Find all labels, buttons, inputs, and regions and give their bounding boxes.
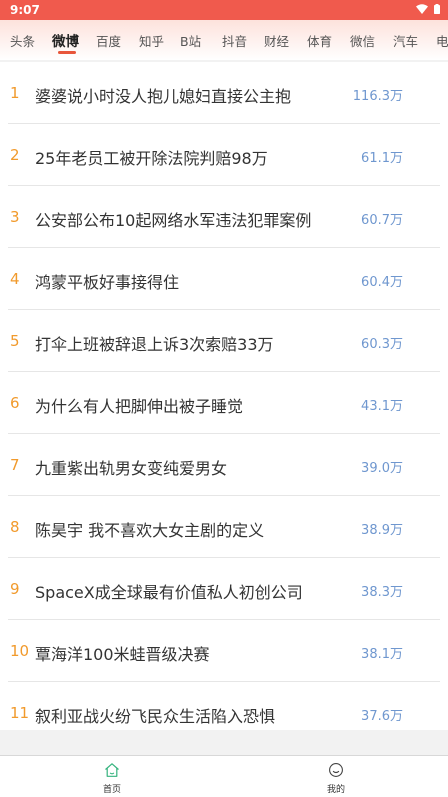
rank-number: 3 <box>10 208 20 226</box>
tab-toutiao[interactable]: 头条 <box>10 31 35 50</box>
list-item[interactable]: 10 覃海洋100米蛙晋级决赛 38.1万 <box>0 620 448 682</box>
rank-number: 4 <box>10 270 20 288</box>
status-bar: 9:07 <box>0 0 448 20</box>
nav-mine-label: 我的 <box>326 785 345 795</box>
heat-value: 39.0万 <box>361 461 403 476</box>
tab-bilibili[interactable]: B站 <box>180 31 201 50</box>
item-title[interactable]: 公安部公布10起网络水军违法犯罪案例 <box>35 207 311 231</box>
rank-number: 6 <box>10 394 20 412</box>
rank-number: 7 <box>10 456 20 474</box>
list-item[interactable]: 7 九重紫出轨男女变纯爱男女 39.0万 <box>0 434 448 496</box>
tab-zhihu[interactable]: 知乎 <box>139 31 164 50</box>
heat-value: 116.3万 <box>352 89 403 104</box>
item-title[interactable]: 陈昊宇 我不喜欢大女主剧的定义 <box>35 517 264 541</box>
heat-value: 38.9万 <box>361 523 403 538</box>
list-item[interactable]: 4 鸿蒙平板好事接得住 60.4万 <box>0 248 448 310</box>
tab-auto[interactable]: 汽车 <box>393 31 418 50</box>
item-title[interactable]: 为什么有人把脚伸出被子睡觉 <box>35 393 243 417</box>
heat-value: 43.1万 <box>361 399 403 414</box>
tab-sports[interactable]: 体育 <box>307 31 332 50</box>
nav-home-label: 首页 <box>102 785 121 795</box>
list-item[interactable]: 6 为什么有人把脚伸出被子睡觉 43.1万 <box>0 372 448 434</box>
heat-value: 60.4万 <box>361 275 403 290</box>
list-item[interactable]: 5 打伞上班被辞退上诉3次索赔33万 60.3万 <box>0 310 448 372</box>
tab-partial[interactable]: 电 <box>436 31 448 50</box>
heat-value: 60.7万 <box>361 213 403 228</box>
item-title[interactable]: 叙利亚战火纷飞民众生活陷入恐惧 <box>35 703 275 727</box>
tab-douyin[interactable]: 抖音 <box>222 31 247 50</box>
home-icon <box>105 763 119 777</box>
heat-value: 60.3万 <box>361 337 403 352</box>
item-title[interactable]: 覃海洋100米蛙晋级决赛 <box>35 641 210 665</box>
battery-icon <box>434 4 440 14</box>
status-time: 9:07 <box>10 3 40 17</box>
nav-home[interactable]: 首页 <box>92 762 132 795</box>
item-title[interactable]: 九重紫出轨男女变纯爱男女 <box>35 455 227 479</box>
list-item[interactable]: 1 婆婆说小时没人抱儿媳妇直接公主抱 116.3万 <box>0 62 448 124</box>
heat-value: 61.1万 <box>361 151 403 166</box>
item-title[interactable]: 25年老员工被开除法院判赔98万 <box>35 145 268 169</box>
rank-number: 5 <box>10 332 20 350</box>
nav-mine[interactable]: 我的 <box>316 762 356 795</box>
wifi-icon <box>416 4 428 14</box>
rank-number: 2 <box>10 146 20 164</box>
item-title[interactable]: 打伞上班被辞退上诉3次索赔33万 <box>35 331 274 355</box>
heat-value: 38.3万 <box>361 585 403 600</box>
tab-baidu[interactable]: 百度 <box>96 31 121 50</box>
list-item[interactable]: 3 公安部公布10起网络水军违法犯罪案例 60.7万 <box>0 186 448 248</box>
tab-finance[interactable]: 财经 <box>264 31 289 50</box>
tab-wechat[interactable]: 微信 <box>350 31 375 50</box>
item-title[interactable]: 鸿蒙平板好事接得住 <box>35 269 179 293</box>
hot-search-list: 1 婆婆说小时没人抱儿媳妇直接公主抱 116.3万 2 25年老员工被开除法院判… <box>0 62 448 730</box>
rank-number: 1 <box>10 84 20 102</box>
status-icons <box>416 4 440 14</box>
category-tab-bar: 头条 微博 百度 知乎 B站 抖音 财经 体育 微信 汽车 电 <box>0 20 448 60</box>
item-title[interactable]: 婆婆说小时没人抱儿媳妇直接公主抱 <box>35 83 291 107</box>
list-item[interactable]: 8 陈昊宇 我不喜欢大女主剧的定义 38.9万 <box>0 496 448 558</box>
rank-number: 11 <box>10 704 30 722</box>
heat-value: 38.1万 <box>361 647 403 662</box>
tab-weibo[interactable]: 微博 <box>52 30 79 50</box>
rank-number: 10 <box>10 642 30 660</box>
list-item[interactable]: 2 25年老员工被开除法院判赔98万 61.1万 <box>0 124 448 186</box>
bottom-navigation: 首页 我的 <box>0 755 448 797</box>
rank-number: 9 <box>10 580 20 598</box>
heat-value: 37.6万 <box>361 709 403 724</box>
list-item[interactable]: 11 叙利亚战火纷飞民众生活陷入恐惧 37.6万 <box>0 682 448 744</box>
rank-number: 8 <box>10 518 20 536</box>
active-tab-indicator <box>58 51 76 54</box>
smile-face-icon <box>329 763 343 777</box>
item-title[interactable]: SpaceX成全球最有价值私人初创公司 <box>35 579 303 603</box>
list-item[interactable]: 9 SpaceX成全球最有价值私人初创公司 38.3万 <box>0 558 448 620</box>
